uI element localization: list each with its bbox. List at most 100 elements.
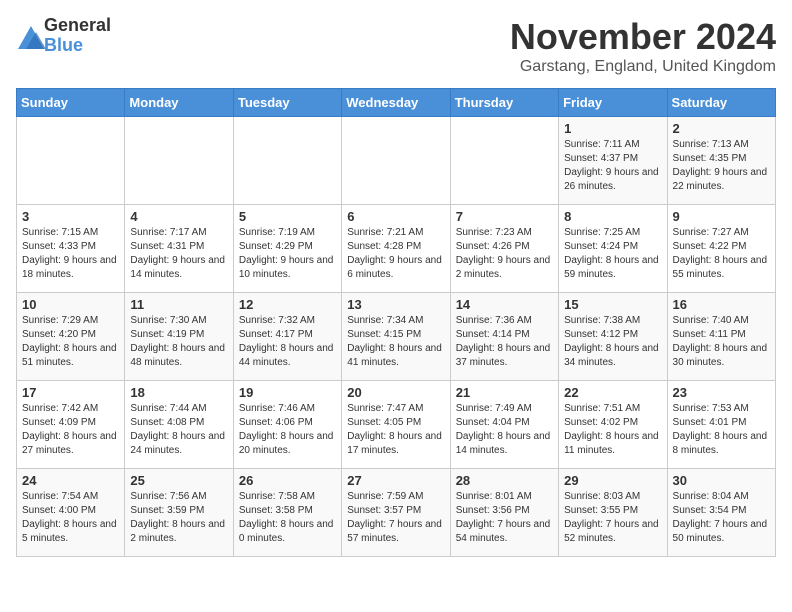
day-number: 27 [347, 473, 444, 488]
day-number: 14 [456, 297, 553, 312]
weekday-header-monday: Monday [125, 89, 233, 117]
calendar-cell: 12 Sunrise: 7:32 AM Sunset: 4:17 PM Dayli… [233, 293, 341, 381]
day-info: Sunrise: 7:27 AM Sunset: 4:22 PM Dayligh… [673, 226, 770, 282]
day-number: 13 [347, 297, 444, 312]
day-info: Sunrise: 7:15 AM Sunset: 4:33 PM Dayligh… [22, 226, 119, 282]
calendar-week-row: 17 Sunrise: 7:42 AM Sunset: 4:09 PM Dayli… [17, 381, 776, 469]
calendar-cell: 15 Sunrise: 7:38 AM Sunset: 4:12 PM Dayli… [559, 293, 667, 381]
calendar-cell: 3Sunrise: 7:15 AM Sunset: 4:33 PM Daylig… [17, 205, 125, 293]
day-info: Sunrise: 7:17 AM Sunset: 4:31 PM Dayligh… [130, 226, 227, 282]
day-number: 24 [22, 473, 119, 488]
title-section: November 2024 Garstang, England, United … [510, 16, 776, 76]
day-info: Sunrise: 7:42 AM Sunset: 4:09 PM Dayligh… [22, 402, 119, 458]
day-info: Sunrise: 7:30 AM Sunset: 4:19 PM Dayligh… [130, 314, 227, 370]
day-info: Sunrise: 7:19 AM Sunset: 4:29 PM Dayligh… [239, 226, 336, 282]
calendar-cell [450, 117, 558, 205]
calendar-cell: 29Sunrise: 8:03 AM Sunset: 3:55 PM Dayli… [559, 469, 667, 557]
calendar-cell: 24 Sunrise: 7:54 AM Sunset: 4:00 PM Dayli… [17, 469, 125, 557]
day-number: 25 [130, 473, 227, 488]
day-info: Sunrise: 7:46 AM Sunset: 4:06 PM Dayligh… [239, 402, 336, 458]
day-number: 23 [673, 385, 770, 400]
calendar-cell: 6Sunrise: 7:21 AM Sunset: 4:28 PM Daylig… [342, 205, 450, 293]
calendar-cell: 18 Sunrise: 7:44 AM Sunset: 4:08 PM Dayli… [125, 381, 233, 469]
calendar-cell: 22 Sunrise: 7:51 AM Sunset: 4:02 PM Dayli… [559, 381, 667, 469]
day-info: Sunrise: 7:23 AM Sunset: 4:26 PM Dayligh… [456, 226, 553, 282]
logo: General Blue [16, 16, 111, 56]
day-info: Sunrise: 7:59 AM Sunset: 3:57 PM Dayligh… [347, 490, 444, 546]
calendar-cell: 30 Sunrise: 8:04 AM Sunset: 3:54 PM Dayli… [667, 469, 775, 557]
day-info: Sunrise: 7:56 AM Sunset: 3:59 PM Dayligh… [130, 490, 227, 546]
day-number: 17 [22, 385, 119, 400]
page-header: General Blue November 2024 Garstang, Eng… [16, 16, 776, 76]
weekday-header-row: SundayMondayTuesdayWednesdayThursdayFrid… [17, 89, 776, 117]
day-info: Sunrise: 8:01 AM Sunset: 3:56 PM Dayligh… [456, 490, 553, 546]
day-info: Sunrise: 7:53 AM Sunset: 4:01 PM Dayligh… [673, 402, 770, 458]
calendar-cell: 26Sunrise: 7:58 AM Sunset: 3:58 PM Dayli… [233, 469, 341, 557]
day-number: 10 [22, 297, 119, 312]
day-number: 18 [130, 385, 227, 400]
day-info: Sunrise: 7:11 AM Sunset: 4:37 PM Dayligh… [564, 138, 661, 194]
weekday-header-thursday: Thursday [450, 89, 558, 117]
calendar-cell [17, 117, 125, 205]
calendar-cell: 28 Sunrise: 8:01 AM Sunset: 3:56 PM Dayli… [450, 469, 558, 557]
day-number: 20 [347, 385, 444, 400]
day-number: 26 [239, 473, 336, 488]
day-info: Sunrise: 7:13 AM Sunset: 4:35 PM Dayligh… [673, 138, 770, 194]
calendar-week-row: 1Sunrise: 7:11 AM Sunset: 4:37 PM Daylig… [17, 117, 776, 205]
logo-icon [16, 24, 40, 48]
logo-text: General Blue [44, 16, 111, 56]
day-number: 11 [130, 297, 227, 312]
day-info: Sunrise: 7:44 AM Sunset: 4:08 PM Dayligh… [130, 402, 227, 458]
day-number: 30 [673, 473, 770, 488]
calendar-cell: 5 Sunrise: 7:19 AM Sunset: 4:29 PM Daylig… [233, 205, 341, 293]
day-number: 21 [456, 385, 553, 400]
calendar-cell: 9Sunrise: 7:27 AM Sunset: 4:22 PM Daylig… [667, 205, 775, 293]
day-info: Sunrise: 7:49 AM Sunset: 4:04 PM Dayligh… [456, 402, 553, 458]
day-number: 5 [239, 209, 336, 224]
month-title: November 2024 [510, 16, 776, 58]
day-info: Sunrise: 7:47 AM Sunset: 4:05 PM Dayligh… [347, 402, 444, 458]
calendar-cell: 4 Sunrise: 7:17 AM Sunset: 4:31 PM Daylig… [125, 205, 233, 293]
calendar-cell: 21 Sunrise: 7:49 AM Sunset: 4:04 PM Dayli… [450, 381, 558, 469]
day-number: 2 [673, 121, 770, 136]
calendar-cell [125, 117, 233, 205]
weekday-header-saturday: Saturday [667, 89, 775, 117]
calendar-cell [342, 117, 450, 205]
day-number: 4 [130, 209, 227, 224]
calendar-cell: 1Sunrise: 7:11 AM Sunset: 4:37 PM Daylig… [559, 117, 667, 205]
day-info: Sunrise: 7:38 AM Sunset: 4:12 PM Dayligh… [564, 314, 661, 370]
day-info: Sunrise: 7:21 AM Sunset: 4:28 PM Dayligh… [347, 226, 444, 282]
calendar-cell: 25 Sunrise: 7:56 AM Sunset: 3:59 PM Dayli… [125, 469, 233, 557]
logo-blue: Blue [44, 35, 83, 55]
day-number: 12 [239, 297, 336, 312]
calendar-cell: 14 Sunrise: 7:36 AM Sunset: 4:14 PM Dayli… [450, 293, 558, 381]
calendar-cell: 8 Sunrise: 7:25 AM Sunset: 4:24 PM Daylig… [559, 205, 667, 293]
day-info: Sunrise: 7:36 AM Sunset: 4:14 PM Dayligh… [456, 314, 553, 370]
day-info: Sunrise: 7:40 AM Sunset: 4:11 PM Dayligh… [673, 314, 770, 370]
calendar-cell: 20 Sunrise: 7:47 AM Sunset: 4:05 PM Dayli… [342, 381, 450, 469]
calendar-cell: 2 Sunrise: 7:13 AM Sunset: 4:35 PM Daylig… [667, 117, 775, 205]
day-info: Sunrise: 7:54 AM Sunset: 4:00 PM Dayligh… [22, 490, 119, 546]
day-info: Sunrise: 7:29 AM Sunset: 4:20 PM Dayligh… [22, 314, 119, 370]
day-number: 28 [456, 473, 553, 488]
day-info: Sunrise: 7:32 AM Sunset: 4:17 PM Dayligh… [239, 314, 336, 370]
day-number: 16 [673, 297, 770, 312]
calendar-cell: 13 Sunrise: 7:34 AM Sunset: 4:15 PM Dayli… [342, 293, 450, 381]
day-info: Sunrise: 8:04 AM Sunset: 3:54 PM Dayligh… [673, 490, 770, 546]
weekday-header-sunday: Sunday [17, 89, 125, 117]
calendar-cell: 10 Sunrise: 7:29 AM Sunset: 4:20 PM Dayli… [17, 293, 125, 381]
calendar-cell: 7Sunrise: 7:23 AM Sunset: 4:26 PM Daylig… [450, 205, 558, 293]
calendar-week-row: 10 Sunrise: 7:29 AM Sunset: 4:20 PM Dayli… [17, 293, 776, 381]
day-number: 19 [239, 385, 336, 400]
day-info: Sunrise: 7:34 AM Sunset: 4:15 PM Dayligh… [347, 314, 444, 370]
day-info: Sunrise: 8:03 AM Sunset: 3:55 PM Dayligh… [564, 490, 661, 546]
day-info: Sunrise: 7:25 AM Sunset: 4:24 PM Dayligh… [564, 226, 661, 282]
day-info: Sunrise: 7:51 AM Sunset: 4:02 PM Dayligh… [564, 402, 661, 458]
calendar-cell: 16 Sunrise: 7:40 AM Sunset: 4:11 PM Dayli… [667, 293, 775, 381]
calendar-cell: 23 Sunrise: 7:53 AM Sunset: 4:01 PM Dayli… [667, 381, 775, 469]
calendar-week-row: 24 Sunrise: 7:54 AM Sunset: 4:00 PM Dayli… [17, 469, 776, 557]
day-number: 22 [564, 385, 661, 400]
day-number: 8 [564, 209, 661, 224]
calendar-cell: 19 Sunrise: 7:46 AM Sunset: 4:06 PM Dayli… [233, 381, 341, 469]
day-number: 15 [564, 297, 661, 312]
